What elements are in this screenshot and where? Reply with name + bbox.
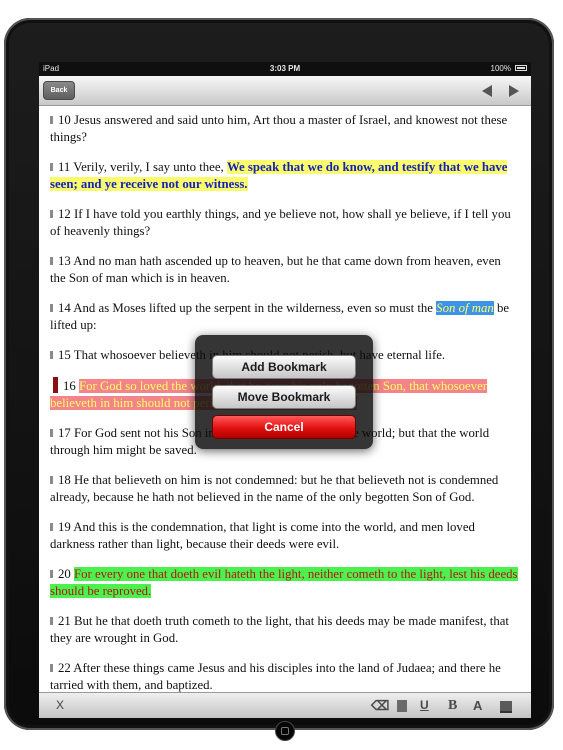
screen: iPad 3:03 PM 100% Back 10 Jesus answered…: [39, 62, 531, 718]
next-chapter-icon[interactable]: [509, 85, 519, 97]
bookmark-action-sheet: Add Bookmark Move Bookmark Cancel: [195, 335, 373, 449]
verse-marker-icon: [50, 617, 53, 625]
verse-marker-icon: [50, 351, 53, 359]
home-button[interactable]: [275, 721, 295, 741]
bold-icon[interactable]: B: [448, 698, 457, 714]
verse-text: And this is the condemnation, that light…: [50, 520, 475, 551]
background-color-icon[interactable]: [500, 701, 512, 713]
verse[interactable]: 21 But he that doeth truth cometh to the…: [50, 613, 519, 647]
verse-marker-icon: [50, 257, 53, 265]
verse[interactable]: 13 And no man hath ascended up to heaven…: [50, 253, 519, 287]
verse-text: He that believeth on him is not condemne…: [50, 473, 499, 504]
underline-icon[interactable]: U: [420, 698, 429, 712]
verse-number: 12: [58, 207, 71, 221]
verse[interactable]: 19 And this is the condemnation, that li…: [50, 519, 519, 553]
verse-number: 13: [58, 254, 71, 268]
eraser-icon[interactable]: ⌫: [371, 698, 389, 714]
verse-number: 15: [58, 348, 71, 362]
highlighted-text: Son of man: [436, 301, 494, 315]
verse-text: After these things came Jesus and his di…: [50, 661, 501, 692]
verse-number: 18: [58, 473, 71, 487]
highlighted-text: For every one that doeth evil hateth the…: [50, 567, 518, 598]
add-bookmark-button[interactable]: Add Bookmark: [212, 355, 356, 379]
previous-chapter-icon[interactable]: [482, 85, 492, 97]
verse[interactable]: 11 Verily, verily, I say unto thee, We s…: [50, 159, 519, 193]
ipad-frame: iPad 3:03 PM 100% Back 10 Jesus answered…: [4, 18, 554, 741]
verse-number: 21: [58, 614, 71, 628]
bookmark-icon: [53, 377, 58, 393]
font-color-icon[interactable]: A: [473, 698, 482, 713]
verse-number: 22: [58, 661, 71, 675]
editing-toolbar: X ⌫ U B A: [39, 692, 531, 718]
verse-marker-icon: [50, 210, 53, 218]
verse-marker-icon: [50, 304, 53, 312]
verse-number: 10: [58, 113, 71, 127]
verse-number: 14: [58, 301, 71, 315]
close-toolbar-button[interactable]: X: [56, 698, 64, 712]
verse-text: Jesus answered and said unto him, Art th…: [50, 113, 508, 144]
verse-number: 16: [63, 379, 76, 393]
verse-text: And no man hath ascended up to heaven, b…: [50, 254, 501, 285]
status-time: 3:03 PM: [269, 64, 301, 73]
verse[interactable]: 10 Jesus answered and said unto him, Art…: [50, 112, 519, 146]
verse-marker-icon: [50, 476, 53, 484]
cancel-button[interactable]: Cancel: [212, 415, 356, 439]
verse-text: Verily, verily, I say unto thee,: [70, 160, 227, 174]
verse[interactable]: 22 After these things came Jesus and his…: [50, 660, 519, 692]
battery-percent: 100%: [490, 64, 511, 73]
verse-number: 17: [58, 426, 71, 440]
verse-marker-icon: [50, 163, 53, 171]
verse-number: 20: [58, 567, 71, 581]
verse[interactable]: 12 If I have told you earthly things, an…: [50, 206, 519, 240]
verse-number: 19: [58, 520, 71, 534]
navigation-bar: Back: [39, 76, 531, 106]
highlighter-icon[interactable]: [397, 700, 407, 712]
verse-marker-icon: [50, 429, 53, 437]
verse-marker-icon: [50, 116, 53, 124]
verse-marker-icon: [50, 523, 53, 531]
verse[interactable]: 20 For every one that doeth evil hateth …: [50, 566, 519, 600]
battery-icon: [515, 65, 527, 71]
verse[interactable]: 18 He that believeth on him is not conde…: [50, 472, 519, 506]
verse-number: 11: [58, 160, 71, 174]
verse-text: And as Moses lifted up the serpent in th…: [70, 301, 437, 315]
verse-text: If I have told you earthly things, and y…: [50, 207, 511, 238]
verse[interactable]: 14 And as Moses lifted up the serpent in…: [50, 300, 519, 334]
move-bookmark-button[interactable]: Move Bookmark: [212, 385, 356, 409]
status-bar: iPad 3:03 PM 100%: [39, 62, 531, 76]
verse-text: But he that doeth truth cometh to the li…: [50, 614, 509, 645]
verse-marker-icon: [50, 664, 53, 672]
back-button[interactable]: Back: [43, 81, 75, 100]
verse-marker-icon: [50, 570, 53, 578]
